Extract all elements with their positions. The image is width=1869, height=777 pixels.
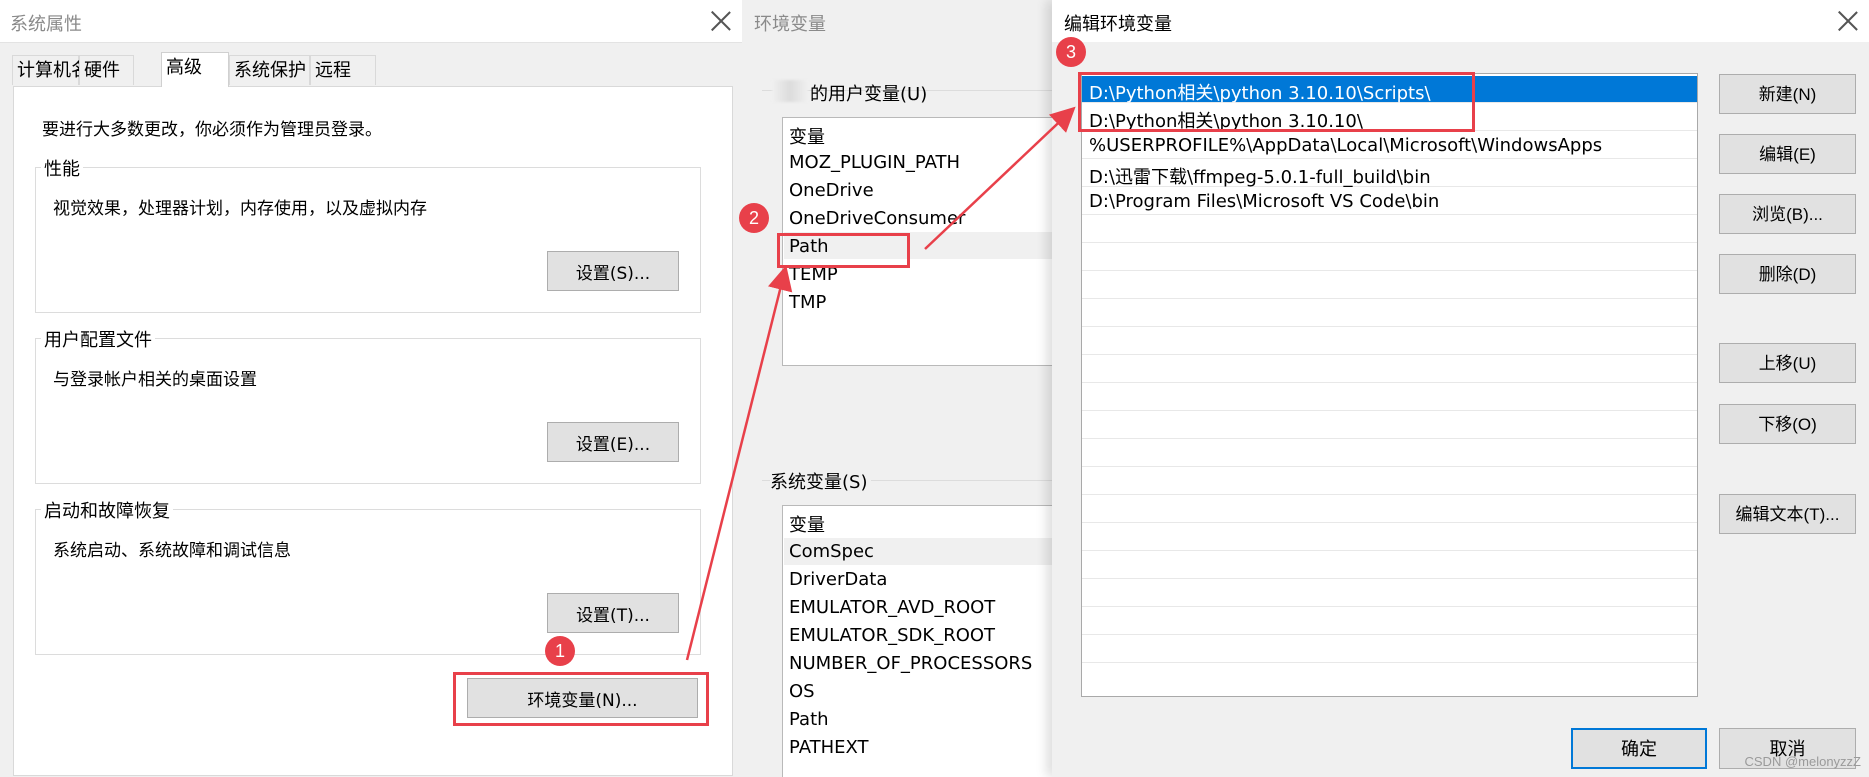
step-badge-3: 3 <box>1056 37 1086 67</box>
tab-advanced[interactable]: 高级 <box>161 52 229 87</box>
arrow-step1-to-step2 <box>685 265 793 661</box>
arrow-step2-to-step3 <box>924 106 1076 250</box>
step-badge-2: 2 <box>739 203 769 233</box>
step-badge-1: 1 <box>545 636 575 666</box>
annotation-arrows <box>685 106 1076 661</box>
watermark: CSDN @melonyzzZ <box>1744 754 1862 769</box>
